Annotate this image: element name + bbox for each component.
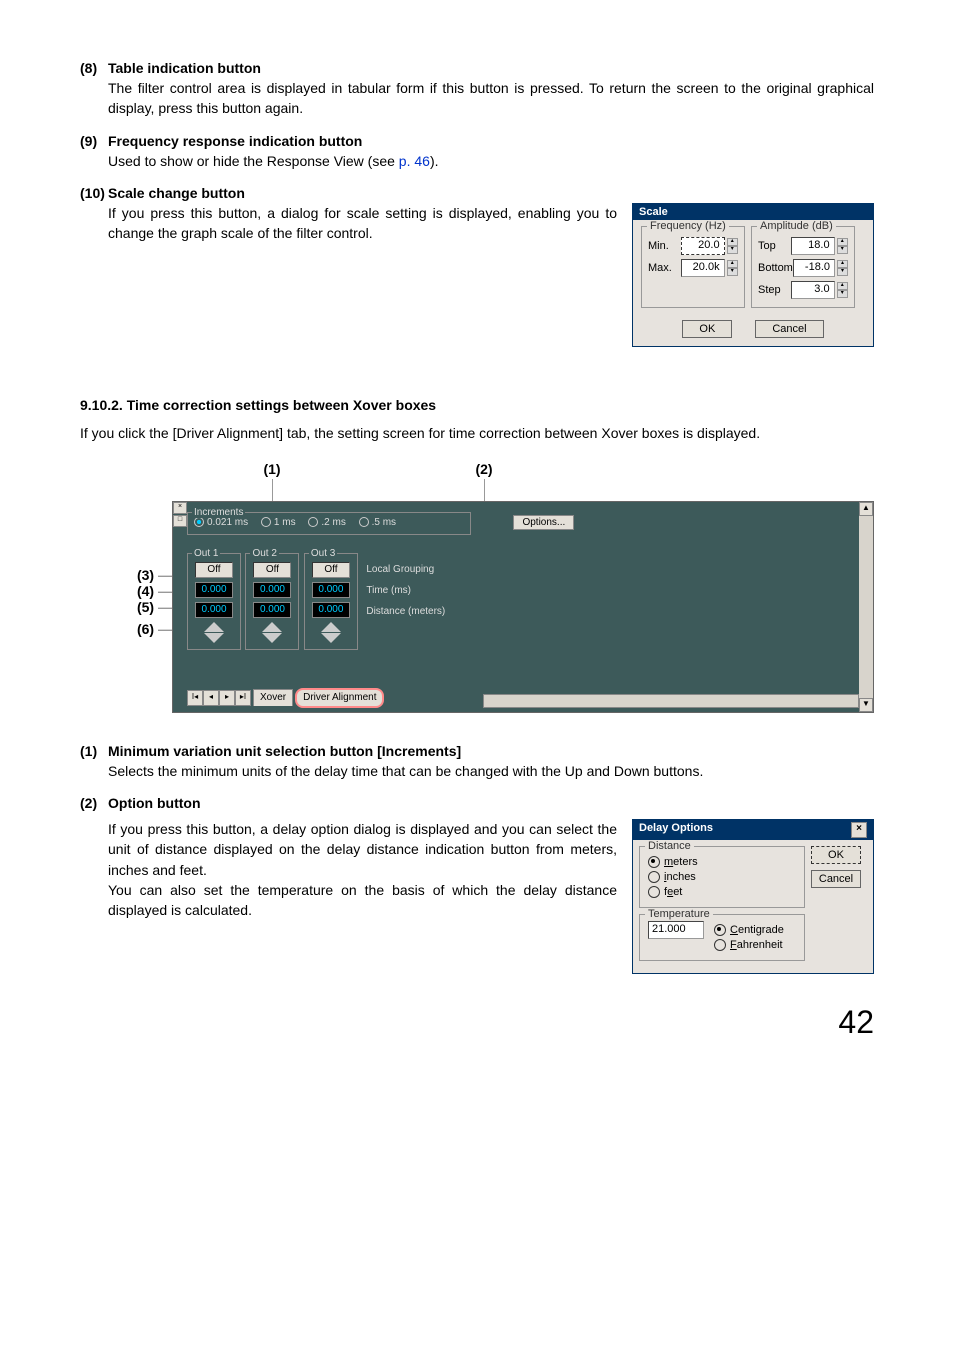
tab-nav-prev[interactable]: ◂	[203, 690, 219, 706]
freq-legend: Frequency (Hz)	[647, 220, 729, 232]
radio-fahrenheit[interactable]: Fahrenheit	[714, 939, 784, 951]
delay-ok-button[interactable]: OK	[811, 846, 861, 864]
top-input[interactable]: 18.0	[791, 237, 834, 255]
tab-nav-next[interactable]: ▸	[219, 690, 235, 706]
num-2b: (2)	[80, 795, 108, 811]
time-label: Time (ms)	[366, 583, 411, 599]
tab-nav-last[interactable]: ▸І	[235, 690, 251, 706]
page-number: 42	[80, 1004, 874, 1041]
body-1b: Selects the minimum units of the delay t…	[108, 761, 874, 781]
delay-close-button[interactable]: ×	[851, 822, 867, 838]
out1-time[interactable]: 0.000	[195, 582, 233, 598]
horizontal-scrollbar[interactable]	[483, 694, 859, 708]
increments-legend: Increments	[192, 507, 245, 518]
delay-title: Delay Options	[639, 822, 713, 838]
body-9: Used to show or hide the Response View (…	[108, 151, 874, 171]
out1-localgroup[interactable]: Off	[195, 562, 233, 578]
local-grouping-label: Local Grouping	[366, 562, 434, 578]
distance-legend: Distance	[645, 840, 694, 852]
num-1b: (1)	[80, 743, 108, 759]
driver-alignment-screenshot: × □ ▲ ▼ Increments 0.021 ms 1 ms .2 ms .…	[172, 501, 874, 713]
inc-0021[interactable]: 0.021 ms	[194, 517, 248, 528]
inc-1[interactable]: 1 ms	[261, 517, 296, 528]
out3-down[interactable]	[321, 633, 341, 643]
title-8: Table indication button	[108, 60, 261, 76]
step-input[interactable]: 3.0	[791, 281, 834, 299]
top-label: Top	[758, 240, 791, 252]
scale-dialog: Scale Frequency (Hz) Min.20.0▴▾ Max.20.0…	[632, 203, 874, 347]
callout-1: (1)	[263, 461, 280, 477]
section-body: If you click the [Driver Alignment] tab,…	[80, 425, 874, 441]
title-10: Scale change button	[108, 185, 245, 201]
max-spinner[interactable]: ▴▾	[727, 260, 738, 276]
out2-legend: Out 2	[250, 548, 278, 559]
body-8: The filter control area is displayed in …	[108, 78, 874, 119]
distance-label: Distance (meters)	[366, 604, 445, 620]
num-10: (10)	[80, 185, 108, 201]
callout-2: (2)	[475, 461, 492, 477]
title-2b: Option button	[108, 795, 201, 811]
min-spinner[interactable]: ▴▾	[727, 238, 738, 254]
bottom-input[interactable]: -18.0	[793, 259, 835, 277]
out1-down[interactable]	[204, 633, 224, 643]
title-1b: Minimum variation unit selection button …	[108, 743, 461, 759]
out1-up[interactable]	[204, 622, 224, 632]
callout-3: (3)	[137, 567, 154, 583]
tab-nav-first[interactable]: І◂	[187, 690, 203, 706]
out1-legend: Out 1	[192, 548, 220, 559]
callout-4: (4)	[137, 583, 154, 599]
radio-centigrade[interactable]: Centigrade	[714, 924, 784, 936]
scale-title: Scale	[633, 204, 873, 220]
min-label: Min.	[648, 240, 681, 252]
delay-options-dialog: Delay Options × Distance mmeterseters in…	[632, 819, 874, 974]
callout-6: (6)	[137, 621, 154, 637]
inc-2[interactable]: .2 ms	[308, 517, 345, 528]
amp-legend: Amplitude (dB)	[757, 220, 836, 232]
tab-driver-alignment[interactable]: Driver Alignment	[295, 688, 384, 708]
scale-cancel-button[interactable]: Cancel	[755, 320, 823, 338]
top-spinner[interactable]: ▴▾	[837, 238, 848, 254]
tab-xover[interactable]: Xover	[253, 689, 293, 706]
body-10: If you press this button, a dialog for s…	[108, 203, 632, 244]
title-9: Frequency response indication button	[108, 133, 362, 149]
max-label: Max.	[648, 262, 681, 274]
sheet-tabs: І◂ ◂ ▸ ▸І Xover Driver Alignment	[187, 688, 384, 708]
link-p46[interactable]: p. 46	[399, 153, 430, 169]
temperature-input[interactable]: 21.000	[648, 921, 704, 939]
callout-5: (5)	[137, 599, 154, 615]
bottom-spinner[interactable]: ▴▾	[837, 260, 848, 276]
out2-localgroup[interactable]: Off	[253, 562, 291, 578]
out3-time[interactable]: 0.000	[312, 582, 350, 598]
out1-dist[interactable]: 0.000	[195, 602, 233, 618]
vertical-scrollbar[interactable]: ▲ ▼	[859, 502, 873, 712]
radio-meters[interactable]: mmeterseters	[648, 856, 796, 868]
section-heading: 9.10.2. Time correction settings between…	[80, 397, 874, 413]
bottom-label: Bottom	[758, 262, 793, 274]
restore-icon[interactable]: □	[173, 515, 187, 527]
out3-localgroup[interactable]: Off	[312, 562, 350, 578]
radio-inches[interactable]: inches	[648, 871, 796, 883]
out2-up[interactable]	[262, 622, 282, 632]
out2-down[interactable]	[262, 633, 282, 643]
temperature-legend: Temperature	[645, 908, 713, 920]
min-input[interactable]: 20.0	[681, 237, 724, 255]
out3-legend: Out 3	[309, 548, 337, 559]
step-label: Step	[758, 284, 791, 296]
options-button[interactable]: Options...	[513, 515, 574, 530]
out2-time[interactable]: 0.000	[253, 582, 291, 598]
radio-feet[interactable]: feet	[648, 886, 796, 898]
num-9: (9)	[80, 133, 108, 149]
body-2b: If you press this button, a delay option…	[108, 819, 632, 920]
out3-dist[interactable]: 0.000	[312, 602, 350, 618]
inc-5[interactable]: .5 ms	[359, 517, 396, 528]
scale-ok-button[interactable]: OK	[682, 320, 732, 338]
close-icon[interactable]: ×	[173, 502, 187, 514]
out3-up[interactable]	[321, 622, 341, 632]
delay-cancel-button[interactable]: Cancel	[811, 870, 861, 888]
out2-dist[interactable]: 0.000	[253, 602, 291, 618]
max-input[interactable]: 20.0k	[681, 259, 724, 277]
step-spinner[interactable]: ▴▾	[837, 282, 848, 298]
num-8: (8)	[80, 60, 108, 76]
